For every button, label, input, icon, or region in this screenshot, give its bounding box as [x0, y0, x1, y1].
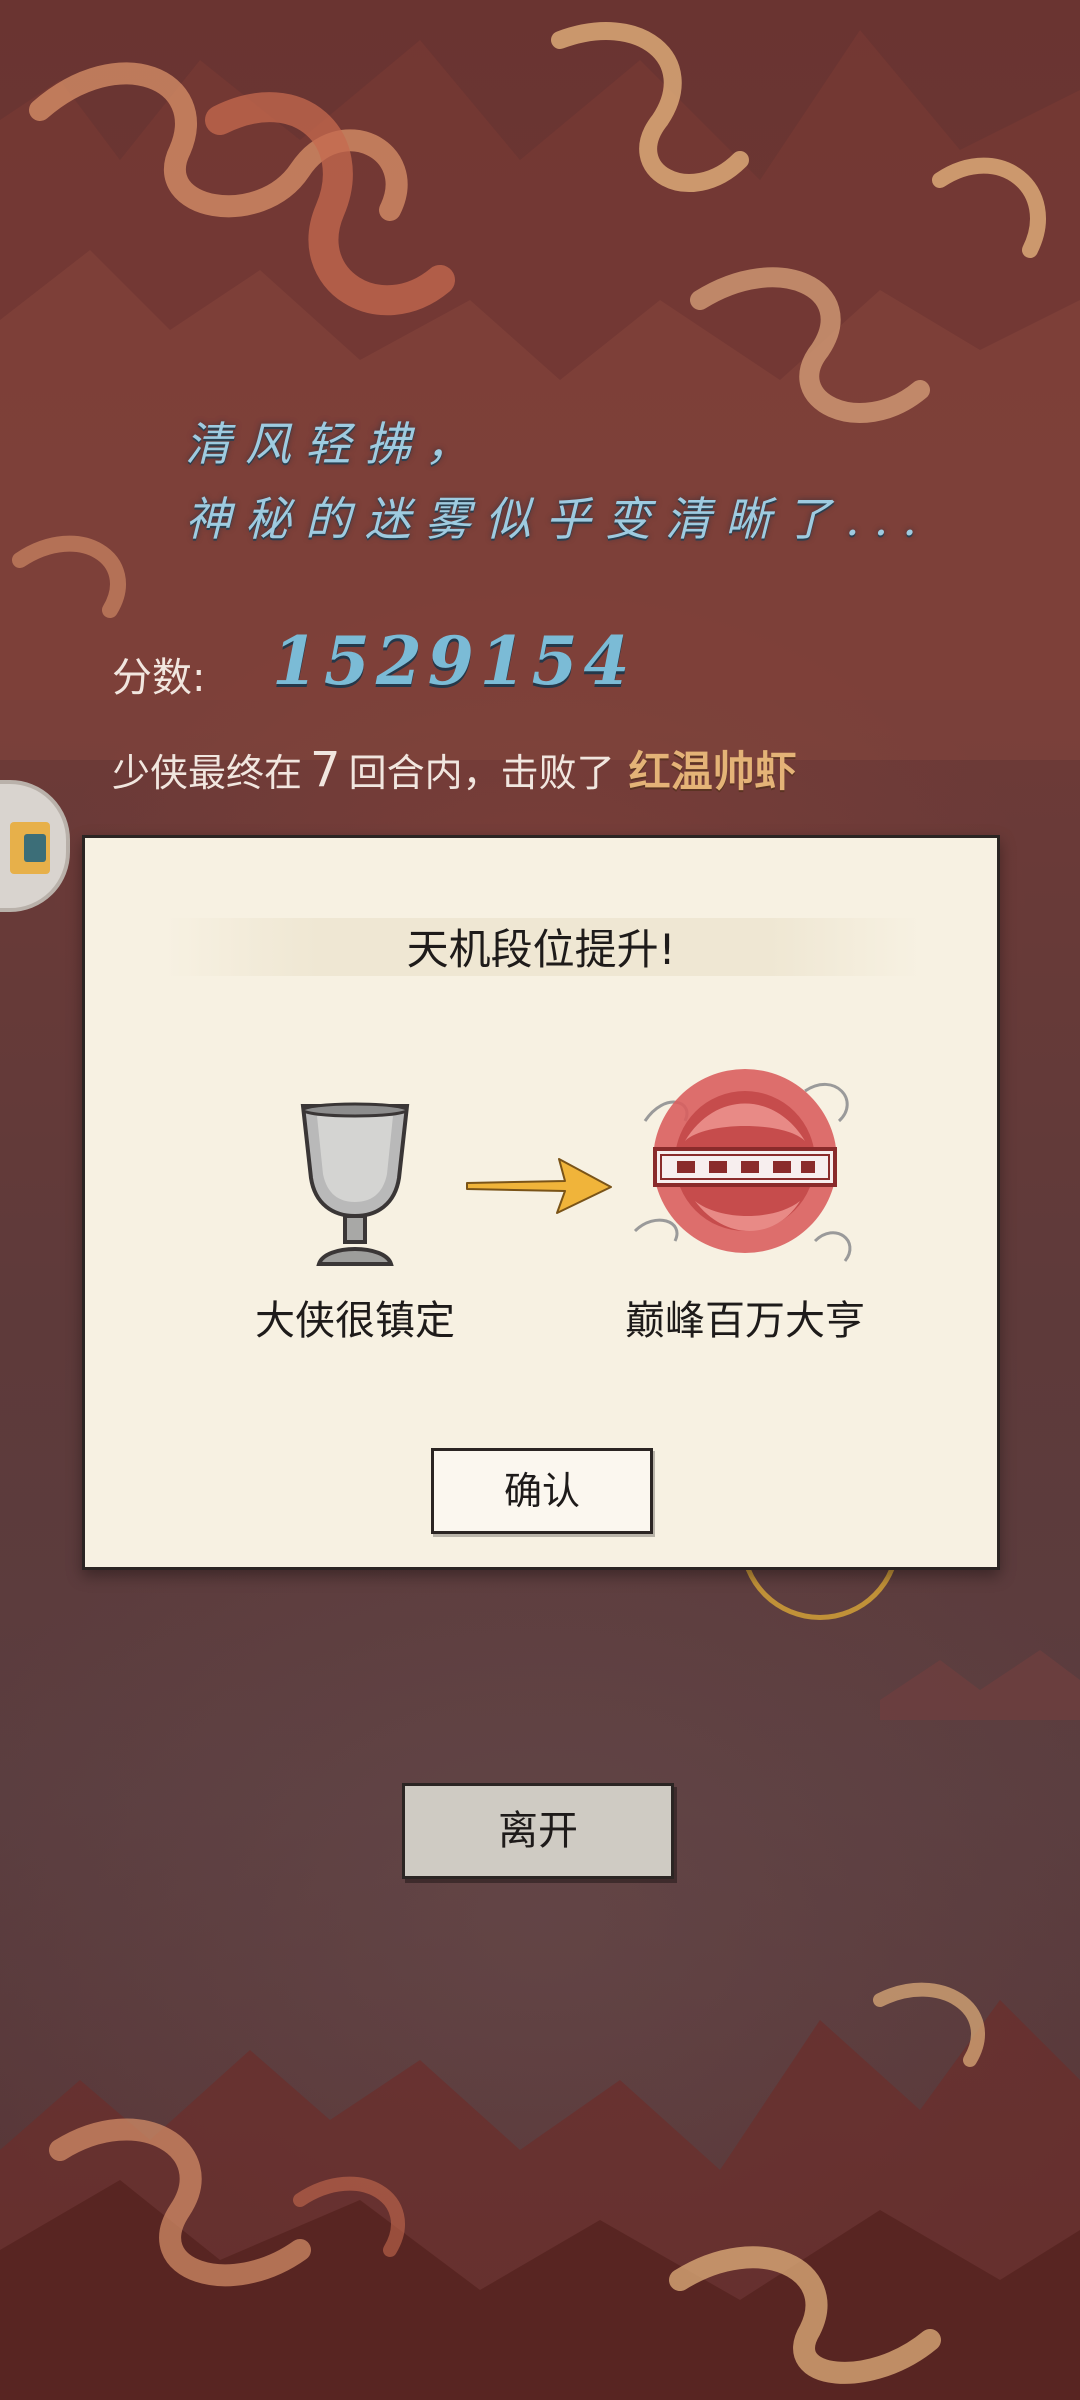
rank-up-dialog: 天机段位提升! 大侠很镇定 巅峰百万大亨 确认 [82, 835, 1000, 1570]
battle-result-line: 少侠最终在 7 回合内，击败了 红温帅虾 [112, 738, 797, 799]
poem-line-2: 神秘的迷雾似乎变清晰了... [185, 492, 931, 546]
right-arrow-icon [466, 1158, 612, 1214]
poem-line-1: 清风轻拂， [185, 417, 485, 471]
red-dragon-seal-icon [633, 1069, 852, 1262]
result-prefix: 少侠最终在 [112, 751, 303, 795]
score-label: 分数: [112, 655, 206, 701]
game-result-screen: 清风轻拂， 神秘的迷雾似乎变清晰了... 分数: 1529154 少侠最终在 7 回… [0, 0, 1080, 2400]
new-rank-label: 巅峰百万大亨 [625, 1298, 865, 1344]
round-count: 7 [310, 742, 341, 798]
boss-name: 红温帅虾 [628, 747, 797, 796]
dialog-title: 天机段位提升! [406, 925, 676, 974]
leave-button[interactable]: 离开 [402, 1783, 674, 1879]
side-button-icon [10, 822, 50, 874]
silver-goblet-icon [300, 1102, 410, 1266]
previous-rank-label: 大侠很镇定 [255, 1298, 455, 1344]
result-middle: 回合内，击败了 [348, 751, 615, 795]
confirm-button[interactable]: 确认 [431, 1448, 653, 1534]
score-value: 1529154 [272, 622, 636, 700]
